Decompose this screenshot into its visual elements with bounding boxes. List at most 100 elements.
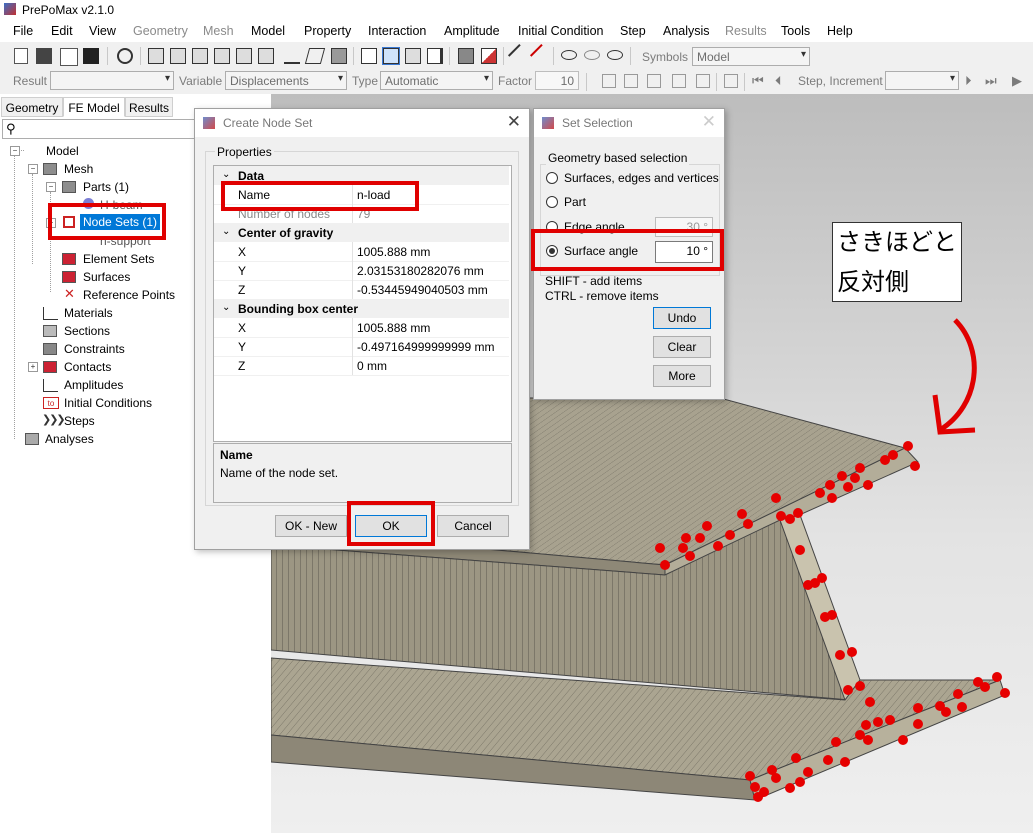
- open-file-icon[interactable]: [36, 48, 52, 64]
- radio-surfaces-edges-vertices[interactable]: [546, 172, 558, 184]
- bbox-y-value: -0.497164999999999 mm: [357, 340, 495, 354]
- view-shaded-icon[interactable]: [331, 48, 347, 64]
- more-button[interactable]: More: [653, 365, 711, 387]
- menu-mesh[interactable]: Mesh: [203, 24, 234, 38]
- reference-points-icon: ✕: [64, 286, 75, 301]
- ok-new-button[interactable]: OK - New: [275, 515, 347, 537]
- bbox-x-value: 1005.888 mm: [357, 321, 431, 335]
- query-icon[interactable]: [507, 43, 533, 69]
- shaded-icon[interactable]: [405, 48, 421, 64]
- category-center-of-gravity[interactable]: ⌄ Center of gravity: [214, 223, 509, 242]
- remove-annotation-icon[interactable]: [529, 43, 555, 69]
- tab-results[interactable]: Results: [125, 97, 173, 117]
- set-selection-title: Set Selection: [562, 116, 633, 130]
- tree-constraints[interactable]: Constraints: [64, 342, 125, 356]
- menu-results[interactable]: Results: [725, 24, 767, 38]
- category-bounding-box-center[interactable]: ⌄ Bounding box center: [214, 299, 509, 318]
- menu-help[interactable]: Help: [827, 24, 853, 38]
- tree-sections[interactable]: Sections: [64, 324, 110, 338]
- tree-contacts[interactable]: Contacts: [64, 360, 111, 374]
- contacts-expander[interactable]: +: [28, 362, 38, 372]
- deformed-icon[interactable]: [624, 74, 638, 88]
- menu-view[interactable]: View: [89, 24, 116, 38]
- results-icon-4[interactable]: [672, 74, 686, 88]
- tree-model[interactable]: Model: [46, 144, 79, 158]
- menu-initial-condition[interactable]: Initial Condition: [518, 24, 603, 38]
- radio-part[interactable]: [546, 196, 558, 208]
- menu-interaction[interactable]: Interaction: [368, 24, 426, 38]
- view-front-icon[interactable]: [148, 48, 164, 64]
- save-icon[interactable]: [83, 48, 99, 64]
- show-only-icon[interactable]: [607, 50, 623, 60]
- menu-amplitude[interactable]: Amplitude: [444, 24, 500, 38]
- menu-tools[interactable]: Tools: [781, 24, 810, 38]
- shaded-edges-icon[interactable]: [382, 47, 400, 65]
- menu-geometry[interactable]: Geometry: [133, 24, 188, 38]
- tree-search-input[interactable]: ⚲: [2, 119, 202, 139]
- menu-edit[interactable]: Edit: [51, 24, 73, 38]
- next-frame-icon[interactable]: ⏵: [965, 73, 972, 89]
- results-icon-5[interactable]: [696, 74, 710, 88]
- window-title: PrePoMax v2.1.0: [22, 3, 115, 17]
- tree-parts[interactable]: Parts (1): [83, 180, 129, 194]
- color-contours-icon[interactable]: [647, 74, 661, 88]
- menu-file[interactable]: File: [13, 24, 33, 38]
- tree-element-sets[interactable]: Element Sets: [83, 252, 154, 266]
- symbols-select[interactable]: Model: [692, 47, 810, 66]
- hide-icon[interactable]: [584, 50, 600, 60]
- menu-property[interactable]: Property: [304, 24, 351, 38]
- tree-reference-points[interactable]: Reference Points: [83, 288, 175, 302]
- tree-amplitudes[interactable]: Amplitudes: [64, 378, 123, 392]
- model-expander[interactable]: −: [10, 146, 20, 156]
- new-file-icon[interactable]: [14, 48, 28, 64]
- menu-analysis[interactable]: Analysis: [663, 24, 710, 38]
- compare-icon[interactable]: [724, 74, 738, 88]
- variable-select[interactable]: Displacements: [225, 71, 347, 90]
- view-right-icon[interactable]: [258, 48, 274, 64]
- set-selection-titlebar: Set Selection ✕: [534, 109, 724, 137]
- tree-mesh[interactable]: Mesh: [64, 162, 93, 176]
- explode-icon[interactable]: [458, 48, 474, 64]
- description-title: Name: [220, 448, 253, 462]
- cancel-button[interactable]: Cancel: [437, 515, 509, 537]
- close-icon[interactable]: ✕: [702, 112, 716, 132]
- view-normal-icon[interactable]: [284, 48, 300, 64]
- tree-initial-conditions[interactable]: Initial Conditions: [64, 396, 152, 410]
- undo-button[interactable]: Undo: [653, 307, 711, 329]
- zoom-icon[interactable]: [117, 48, 133, 64]
- last-frame-icon[interactable]: ⏭: [985, 73, 997, 89]
- transform-icon[interactable]: [481, 48, 497, 64]
- first-frame-icon[interactable]: ⏮: [752, 73, 764, 89]
- show-icon[interactable]: [561, 50, 577, 60]
- highlight-node-sets: [48, 203, 166, 240]
- factor-input[interactable]: 10: [535, 71, 579, 90]
- parts-expander[interactable]: −: [46, 182, 56, 192]
- view-left-icon[interactable]: [236, 48, 252, 64]
- clear-button[interactable]: Clear: [653, 336, 711, 358]
- view-bottom-icon[interactable]: [214, 48, 230, 64]
- import-icon[interactable]: [60, 48, 78, 66]
- section-view-icon[interactable]: [427, 48, 443, 64]
- menu-step[interactable]: Step: [620, 24, 646, 38]
- animate-icon[interactable]: ▶: [1012, 73, 1022, 89]
- menu-model[interactable]: Model: [251, 24, 285, 38]
- tab-geometry[interactable]: Geometry: [1, 97, 63, 117]
- view-back-icon[interactable]: [170, 48, 186, 64]
- mesh-expander[interactable]: −: [28, 164, 38, 174]
- tree-surfaces[interactable]: Surfaces: [83, 270, 130, 284]
- tree-analyses[interactable]: Analyses: [45, 432, 94, 446]
- tab-fe-model[interactable]: FE Model: [63, 97, 125, 117]
- close-icon[interactable]: ✕: [507, 112, 521, 132]
- type-select[interactable]: Automatic: [380, 71, 493, 90]
- menu-bar: File Edit View Geometry Mesh Model Prope…: [0, 20, 1033, 42]
- create-node-set-titlebar: Create Node Set ✕: [195, 109, 529, 137]
- tree-steps[interactable]: Steps: [64, 414, 95, 428]
- view-isometric-icon[interactable]: [304, 48, 326, 64]
- undeformed-icon[interactable]: [602, 74, 616, 88]
- previous-frame-icon[interactable]: ⏴: [775, 73, 782, 89]
- result-select[interactable]: [50, 71, 174, 90]
- tree-materials[interactable]: Materials: [64, 306, 113, 320]
- wireframe-icon[interactable]: [361, 48, 377, 64]
- step-increment-select[interactable]: [885, 71, 959, 90]
- view-top-icon[interactable]: [192, 48, 208, 64]
